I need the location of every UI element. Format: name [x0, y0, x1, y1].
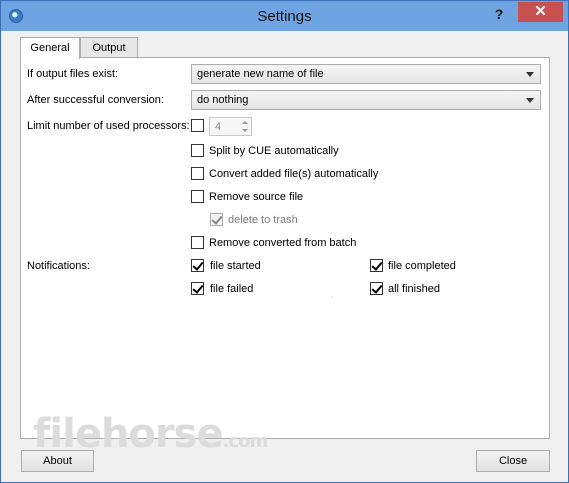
delete-to-trash-checkbox[interactable] [210, 213, 223, 226]
output-exists-label: If output files exist: [27, 68, 119, 80]
split-cue-checkbox[interactable] [191, 144, 204, 157]
chevron-down-icon [526, 72, 534, 77]
file-completed-checkbox[interactable] [370, 259, 383, 272]
notifications-label: Notifications: [27, 260, 90, 272]
after-conversion-value: do nothing [197, 94, 249, 106]
split-cue-label: Split by CUE automatically [209, 145, 339, 157]
divider-dot [331, 297, 332, 298]
window-close-button[interactable]: ✕ [518, 2, 563, 22]
convert-added-checkbox[interactable] [191, 167, 204, 180]
title-bar[interactable]: Settings ? ✕ [1, 1, 568, 31]
watermark-suffix: .com [222, 431, 269, 452]
remove-source-label: Remove source file [209, 191, 304, 203]
remove-source-checkbox[interactable] [191, 190, 204, 203]
after-conversion-label: After successful conversion: [27, 94, 164, 106]
output-exists-value: generate new name of file [197, 68, 324, 80]
limit-processors-label: Limit number of used processors: [27, 120, 190, 132]
file-failed-label: file failed [210, 283, 254, 295]
window-title: Settings [257, 8, 312, 25]
file-completed-label: file completed [388, 260, 456, 272]
close-button[interactable]: Close [476, 450, 550, 472]
processors-spinbox[interactable]: 4 [209, 117, 252, 136]
chevron-down-icon [526, 98, 534, 103]
help-button[interactable]: ? [488, 5, 510, 23]
settings-window: Settings ? ✕ General Output If output fi… [0, 0, 569, 483]
remove-converted-checkbox[interactable] [191, 236, 204, 249]
remove-converted-label: Remove converted from batch [209, 237, 357, 249]
spin-down-icon[interactable] [240, 127, 250, 135]
file-started-label: file started [210, 260, 261, 272]
limit-processors-checkbox[interactable] [191, 119, 204, 132]
all-finished-label: all finished [388, 283, 440, 295]
about-button[interactable]: About [21, 450, 94, 472]
convert-added-label: Convert added file(s) automatically [209, 168, 379, 180]
processors-value: 4 [215, 121, 222, 133]
all-finished-checkbox[interactable] [370, 282, 383, 295]
after-conversion-select[interactable]: do nothing [191, 90, 541, 110]
file-failed-checkbox[interactable] [191, 282, 204, 295]
tab-general[interactable]: General [20, 37, 80, 59]
tab-output[interactable]: Output [80, 37, 138, 58]
delete-to-trash-label: delete to trash [228, 214, 298, 226]
spin-up-icon[interactable] [240, 119, 250, 127]
output-exists-select[interactable]: generate new name of file [191, 64, 541, 84]
file-started-checkbox[interactable] [191, 259, 204, 272]
